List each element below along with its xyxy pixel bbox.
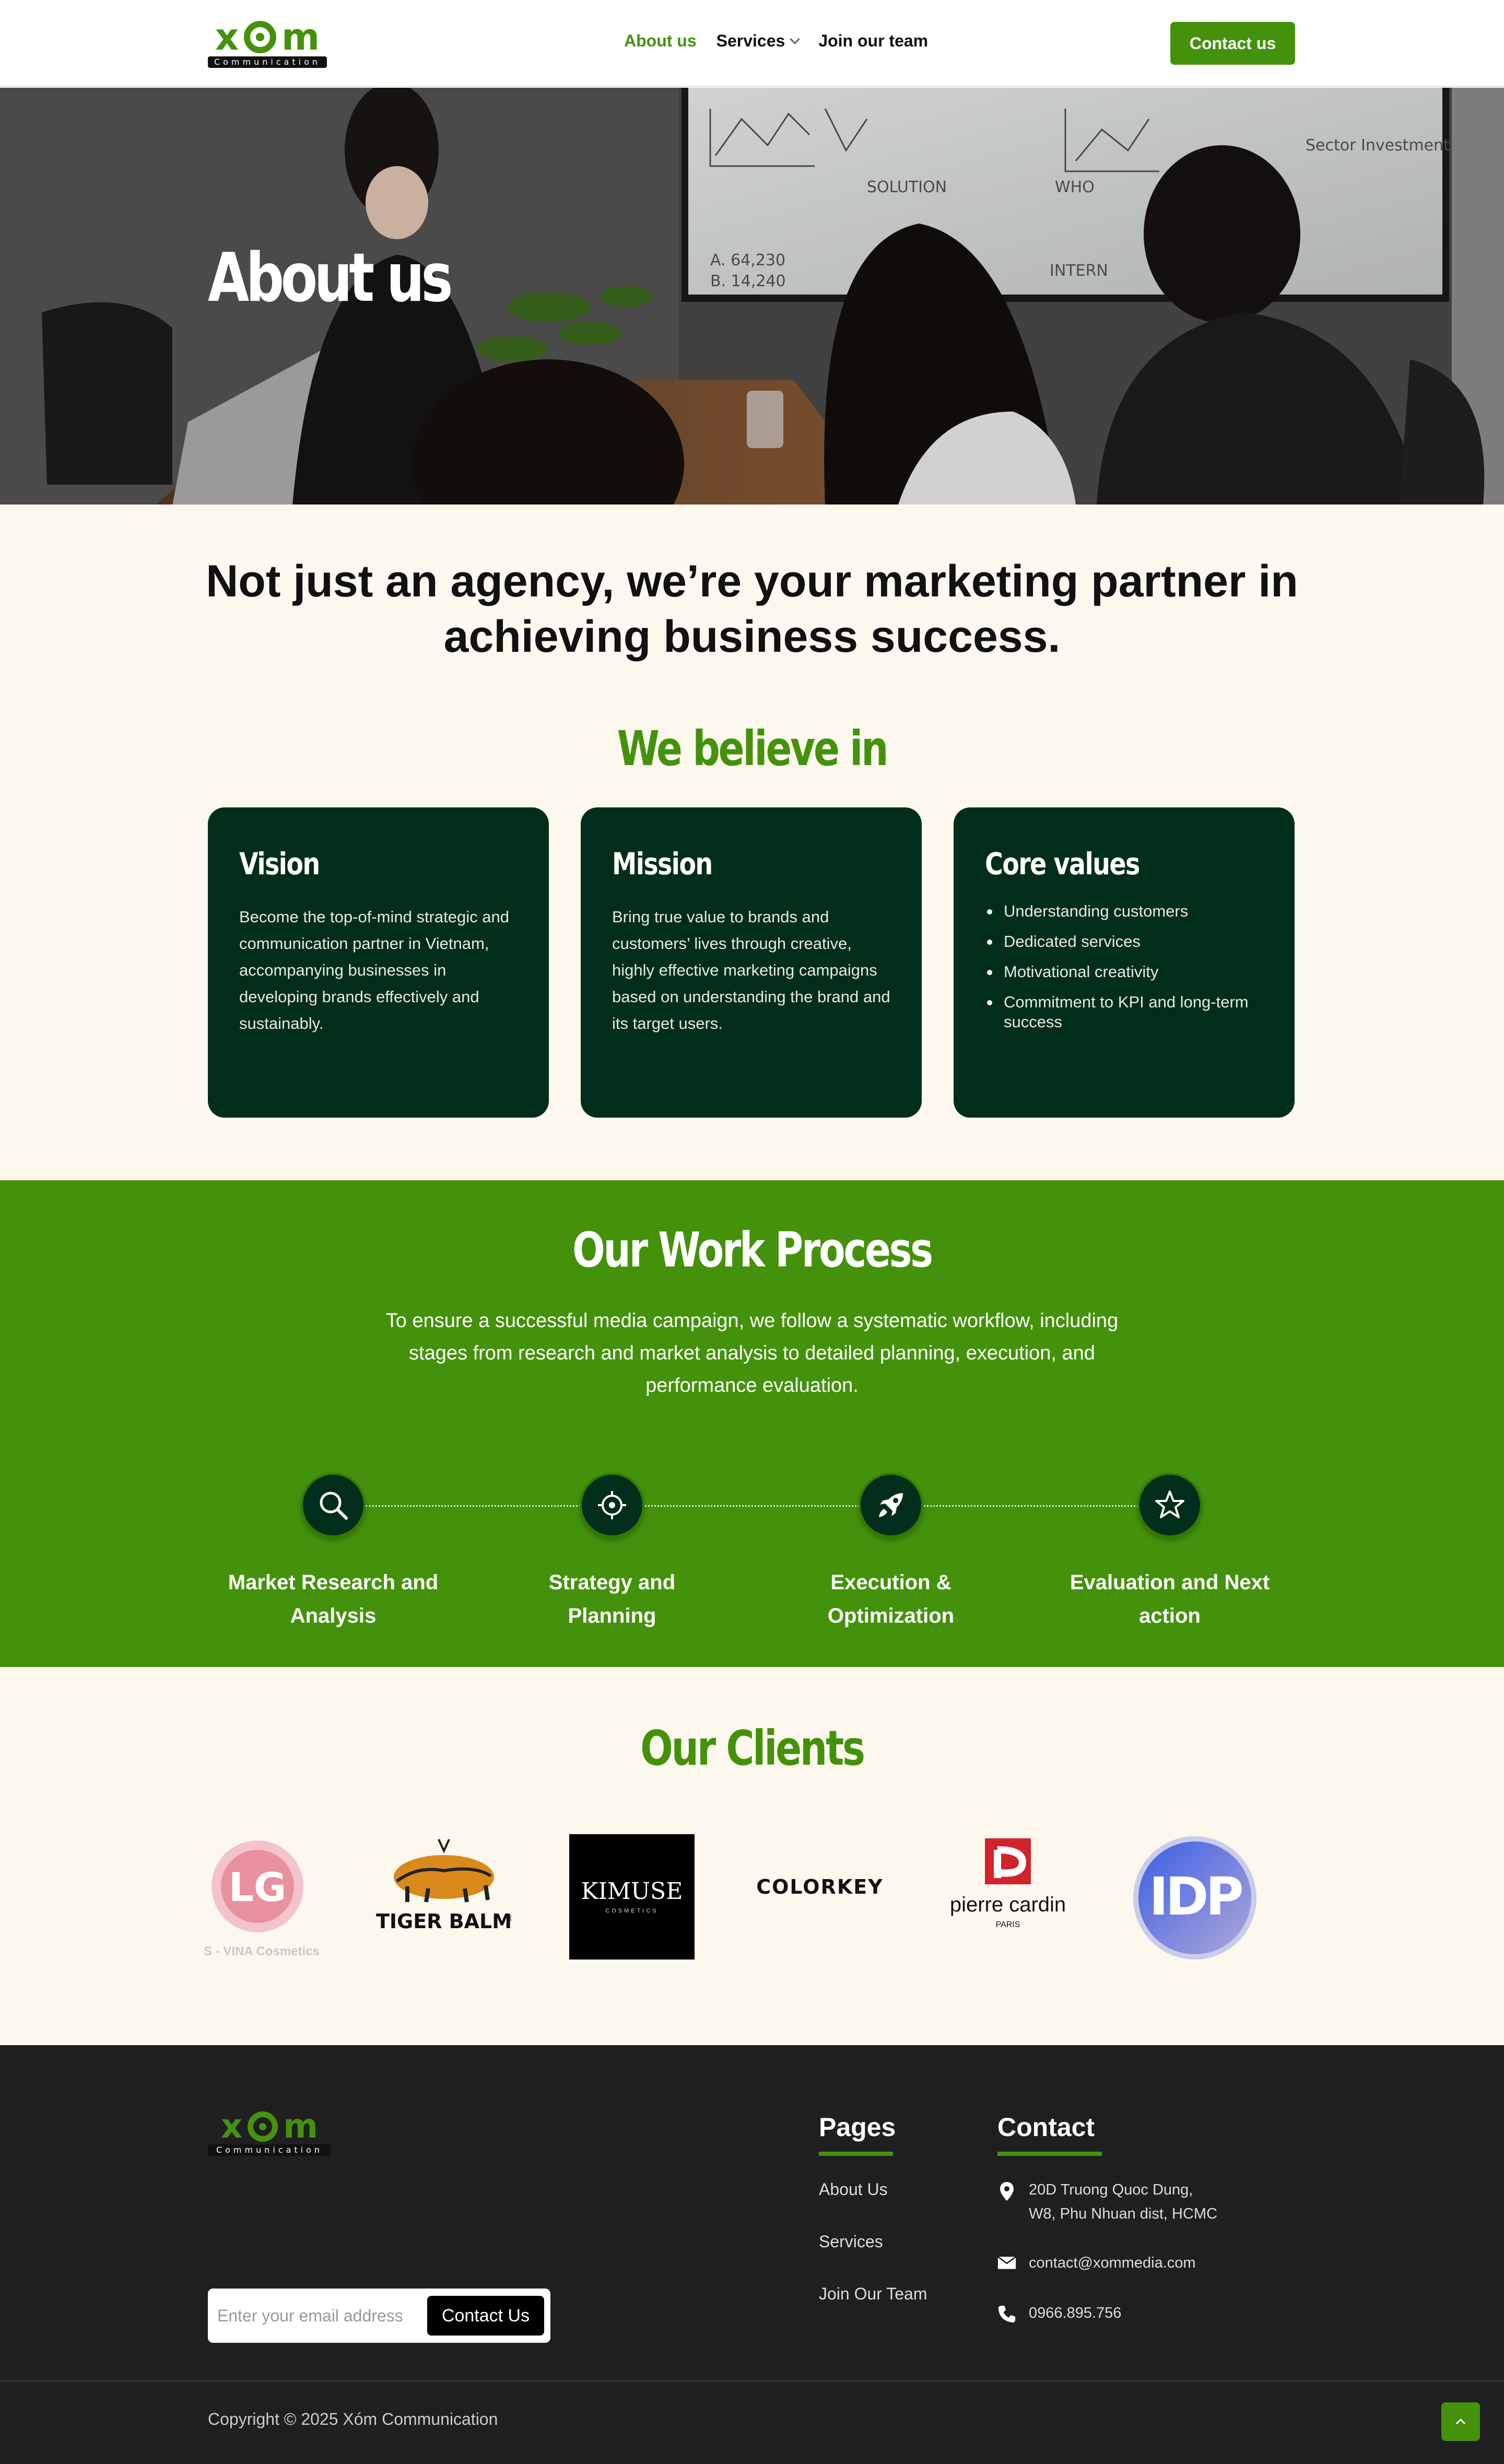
client-logo-subtitle: PARIS [996, 1920, 1020, 1929]
contact-underline [997, 2152, 1102, 2156]
chevron-down-icon [790, 33, 801, 44]
client-logo-subtitle: COSMETICS [605, 1908, 658, 1914]
card-body: Become the top-of-mind strategic and com… [239, 908, 509, 1032]
core-values-card: Core values Understanding customers Dedi… [954, 807, 1295, 1118]
step-label: Evaluation and Next action [1070, 1571, 1270, 1627]
client-logo-kimuse: KIMUSE COSMETICS [569, 1834, 695, 1960]
card-title: Vision [239, 846, 320, 882]
site-footer: x m Communication Contact Us Pages About… [0, 2045, 1504, 2464]
client-logo-lg: LG S - VINA Cosmetics [196, 1834, 327, 1960]
list-item: Commitment to KPI and long-term success [985, 992, 1267, 1032]
process-step-execution: Execution & Optimization [781, 1473, 1001, 1633]
envelope-icon [997, 2251, 1016, 2275]
contact-email[interactable]: contact@xommedia.com [997, 2251, 1196, 2275]
site-header: x m Communication About us Services Join… [0, 0, 1504, 87]
contact-address: 20D Truong Quoc Dung, W8, Phu Nhuan dist… [997, 2178, 1217, 2226]
intro-headline: Not just an agency, we’re your marketing… [206, 556, 1298, 662]
footer-divider [0, 2380, 1504, 2381]
mission-card: Mission Bring true value to brands and c… [581, 807, 922, 1118]
location-pin-icon [997, 2178, 1016, 2226]
nav-about-us[interactable]: About us [624, 31, 697, 51]
nav-services-label: Services [716, 31, 785, 50]
star-icon [1137, 1473, 1202, 1538]
address-line-1: 20D Truong Quoc Dung, [1029, 2181, 1193, 2198]
client-logo-text: IDP [1149, 1866, 1242, 1927]
logo-tagline: Communication [208, 2144, 331, 2156]
contact-phone[interactable]: 0966.895.756 [997, 2301, 1121, 2325]
client-logo-text: TIGER BALM [376, 1910, 512, 1933]
clients-title: Our Clients [640, 1720, 865, 1776]
client-logo-tiger-balm: TIGER BALM ® [376, 1834, 512, 1939]
client-logo-text: COLORKEY [756, 1875, 884, 1898]
page-title: About us [208, 239, 453, 317]
card-title: Core values [985, 846, 1140, 882]
step-label: Strategy and Planning [548, 1571, 676, 1627]
process-description: To ensure a successful media campaign, w… [385, 1310, 1119, 1397]
client-logo-mark: ® [507, 1914, 512, 1923]
list-item: Motivational creativity [985, 962, 1267, 982]
footer-logo[interactable]: x m Communication [208, 2110, 331, 2156]
contact-us-button[interactable]: Contact us [1170, 22, 1295, 65]
list-item: Understanding customers [985, 901, 1267, 921]
nav-join-our-team[interactable]: Join our team [818, 31, 928, 51]
process-step-evaluation: Evaluation and Next action [1060, 1473, 1279, 1633]
site-logo[interactable]: x m Communication [208, 19, 327, 68]
newsletter-form: Contact Us [208, 2289, 550, 2343]
footer-link-about-us[interactable]: About Us [819, 2180, 888, 2199]
work-process-section: Our Work Process To ensure a successful … [0, 1180, 1504, 1667]
client-logo-text: LG [229, 1864, 287, 1910]
copyright-text: Copyright © 2025 Xóm Communication [208, 2410, 498, 2428]
client-logo-text: KIMUSE [581, 1878, 683, 1905]
client-caption: S - VINA Cosmetics [204, 1944, 320, 1958]
rocket-icon [859, 1473, 923, 1538]
logo-tagline: Communication [208, 56, 327, 68]
process-step-research: Market Research and Analysis [224, 1473, 443, 1633]
vision-card: Vision Become the top-of-mind strategic … [208, 807, 549, 1118]
card-body: Bring true value to brands and customers… [612, 908, 890, 1032]
step-label: Execution & Optimization [827, 1571, 955, 1627]
client-logo-text: pierre cardin [950, 1893, 1066, 1916]
step-label: Market Research and Analysis [228, 1571, 439, 1627]
client-logo-idp: IDP [1131, 1834, 1259, 1962]
target-icon [580, 1473, 644, 1538]
footer-link-join-our-team[interactable]: Join Our Team [819, 2284, 927, 2304]
contact-phone-text: 0966.895.756 [1029, 2305, 1122, 2321]
address-line-2: W8, Phu Nhuan dist, HCMC [1029, 2205, 1218, 2222]
search-icon [301, 1473, 366, 1538]
chevron-up-icon [1455, 2418, 1466, 2425]
footer-link-services[interactable]: Services [819, 2232, 883, 2251]
contact-heading: Contact [997, 2113, 1095, 2142]
newsletter-contact-button[interactable]: Contact Us [427, 2296, 544, 2336]
beliefs-title: We believe in [617, 721, 889, 777]
process-step-strategy: Strategy and Planning [502, 1473, 722, 1633]
back-to-top-button[interactable] [1441, 2402, 1480, 2441]
pages-underline [819, 2152, 893, 2156]
phone-icon [997, 2301, 1016, 2325]
client-logo-pierre-cardin: pierre cardin PARIS [940, 1834, 1076, 1939]
core-values-list: Understanding customers Dedicated servic… [985, 901, 1267, 1042]
card-title: Mission [612, 846, 713, 882]
pages-heading: Pages [819, 2113, 896, 2142]
email-input[interactable] [217, 2298, 426, 2333]
nav-services[interactable]: Services [716, 31, 801, 51]
contact-email-text: contact@xommedia.com [1029, 2255, 1196, 2271]
list-item: Dedicated services [985, 932, 1267, 952]
client-logo-colorkey: COLORKEY [752, 1834, 888, 1939]
process-title: Our Work Process [572, 1222, 933, 1278]
main-nav: About us Services Join our team [624, 31, 928, 51]
process-connector-line [366, 1505, 1170, 1507]
hero-banner: A. 64,230 B. 14,240 SOLUTION WHO INTERN … [0, 88, 1504, 504]
